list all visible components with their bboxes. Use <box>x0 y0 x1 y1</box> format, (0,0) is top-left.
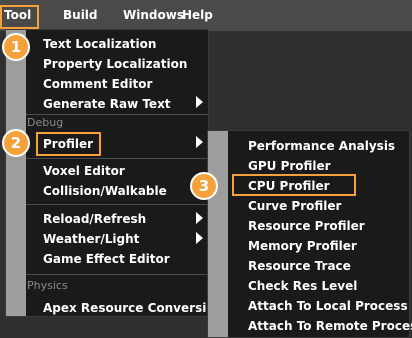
submenu-item-attach-remote-process[interactable]: Attach To Remote Process <box>248 318 412 334</box>
menu-windows[interactable]: Windows <box>123 0 184 31</box>
submenu-item-curve-profiler[interactable]: Curve Profiler <box>248 198 341 214</box>
submenu-item-gpu-profiler[interactable]: GPU Profiler <box>248 158 331 174</box>
menu-item-reload-refresh[interactable]: Reload/Refresh <box>43 211 146 227</box>
section-debug: Debug <box>27 116 64 129</box>
submenu-item-memory-profiler[interactable]: Memory Profiler <box>248 238 357 254</box>
menu-item-comment-editor[interactable]: Comment Editor <box>43 76 152 92</box>
menu-build[interactable]: Build <box>63 0 98 31</box>
submenu-item-resource-trace[interactable]: Resource Trace <box>248 258 351 274</box>
submenu-item-check-res-level[interactable]: Check Res Level <box>248 278 357 294</box>
menu-item-voxel-editor[interactable]: Voxel Editor <box>43 163 125 179</box>
submenu-arrow-icon <box>196 232 203 244</box>
menu-separator <box>26 158 208 159</box>
step-badge-2: 2 <box>2 129 30 157</box>
menu-item-game-effect-editor[interactable]: Game Effect Editor <box>43 251 170 267</box>
section-physics: Physics <box>27 279 68 292</box>
step-badge-3: 3 <box>190 172 218 200</box>
menu-separator <box>26 274 208 275</box>
submenu-arrow-icon <box>196 212 203 224</box>
profiler-submenu-strip <box>208 131 228 337</box>
menu-item-property-localization[interactable]: Property Localization <box>43 56 187 72</box>
menu-item-generate-raw-text[interactable]: Generate Raw Text <box>43 96 171 112</box>
tool-menu-highlight <box>0 5 39 29</box>
submenu-item-performance-analysis[interactable]: Performance Analysis <box>248 138 395 154</box>
menu-item-weather-light[interactable]: Weather/Light <box>43 231 139 247</box>
submenu-arrow-icon <box>196 136 203 148</box>
submenu-arrow-icon <box>196 96 203 108</box>
tool-dropdown-strip <box>6 30 26 316</box>
submenu-item-resource-profiler[interactable]: Resource Profiler <box>248 218 365 234</box>
step-badge-1: 1 <box>2 33 30 61</box>
menu-item-text-localization[interactable]: Text Localization <box>43 36 156 52</box>
menu-item-collision-walkable[interactable]: Collision/Walkable <box>43 183 167 199</box>
menu-item-apex-resource-conversion[interactable]: Apex Resource Conversion <box>43 300 223 316</box>
submenu-item-attach-local-process[interactable]: Attach To Local Process <box>248 298 408 314</box>
profiler-highlight <box>36 132 101 156</box>
menu-help[interactable]: Help <box>182 0 213 31</box>
menu-bar: Tool Build Windows Help <box>0 0 412 31</box>
menu-separator <box>26 114 208 115</box>
cpu-profiler-highlight <box>232 174 356 196</box>
menu-separator <box>26 204 208 205</box>
